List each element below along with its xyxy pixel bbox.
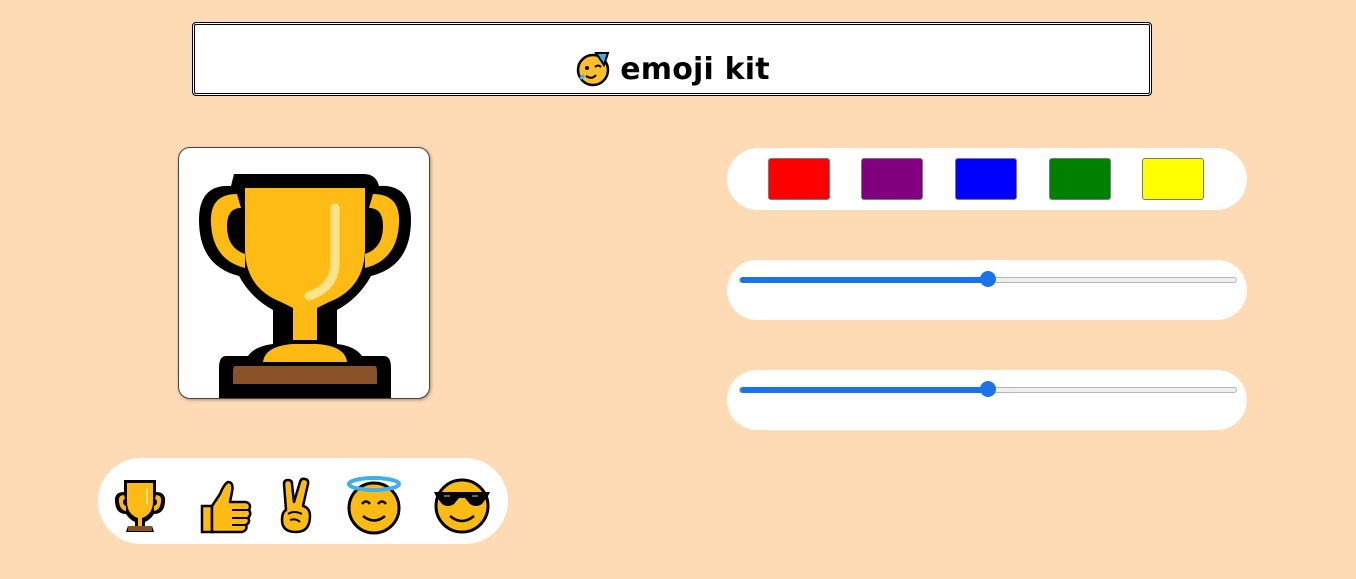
trophy-icon (114, 480, 166, 532)
color-picker (727, 148, 1247, 210)
emoji-option-trophy[interactable] (112, 476, 172, 536)
title-bar: emoji kit (192, 22, 1152, 96)
emoji-option-sunglasses-smiley[interactable] (432, 476, 492, 536)
emoji-option-thumbs-up[interactable] (198, 476, 258, 536)
app-title: emoji kit (620, 52, 770, 87)
emoji-preview (178, 147, 430, 399)
color-swatch-green[interactable] (1049, 158, 1111, 200)
party-face-icon (576, 52, 610, 87)
slider-fill (740, 277, 989, 283)
sunglasses-smiley-icon (434, 478, 490, 534)
emoji-option-halo-smiley[interactable] (344, 476, 404, 536)
trophy-icon (199, 174, 411, 398)
victory-hand-icon (280, 477, 312, 534)
slider-thumb[interactable] (980, 381, 996, 397)
emoji-option-victory-hand[interactable] (272, 476, 332, 536)
rotation-slider (727, 370, 1247, 430)
color-swatch-purple[interactable] (861, 158, 923, 200)
slider-thumb[interactable] (980, 271, 996, 287)
color-swatch-blue[interactable] (955, 158, 1017, 200)
thumbs-up-icon (200, 480, 252, 534)
emoji-picker (98, 458, 508, 544)
size-slider (727, 260, 1247, 320)
halo-smiley-icon (347, 476, 401, 535)
title-row: emoji kit (193, 49, 1151, 90)
slider-fill (740, 387, 989, 393)
color-swatch-red[interactable] (768, 158, 830, 200)
color-swatch-yellow[interactable] (1142, 158, 1204, 200)
